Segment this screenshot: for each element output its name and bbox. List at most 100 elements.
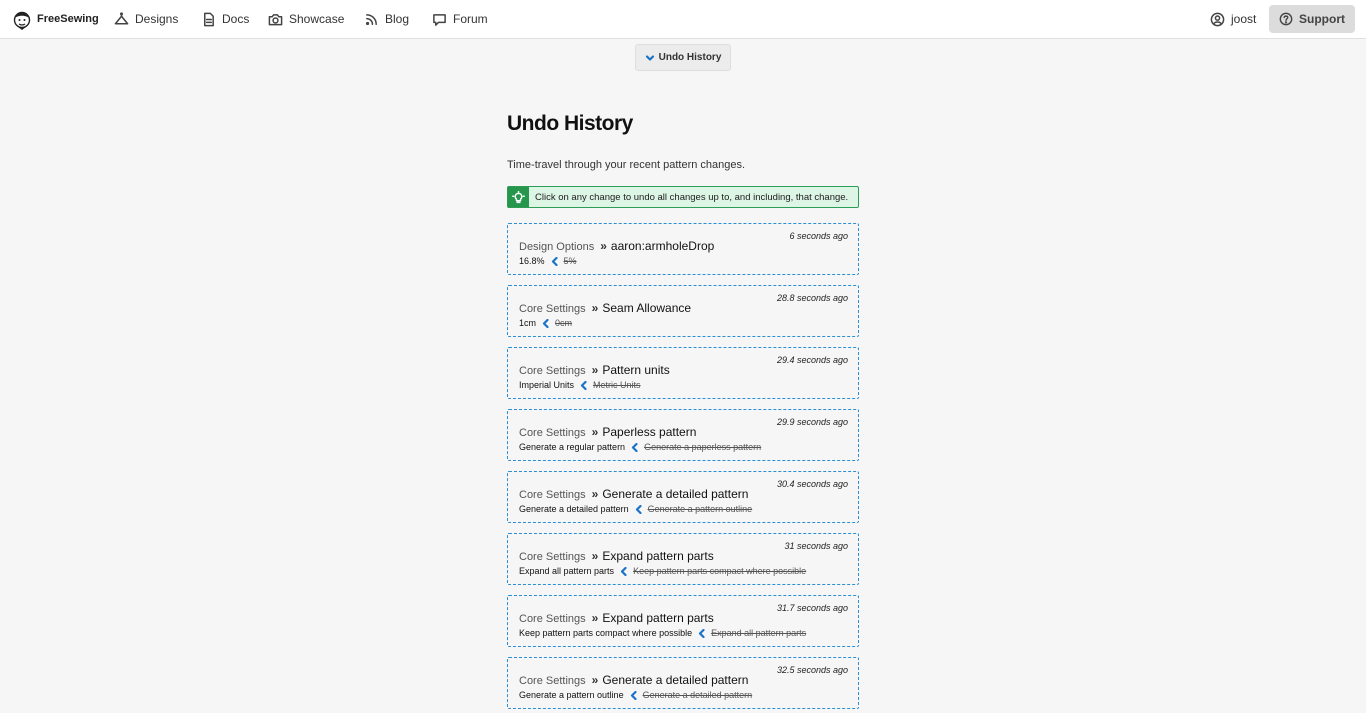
page-intro: Time-travel through your recent pattern … (507, 159, 746, 171)
entry-old-value: Metric Units (593, 380, 641, 390)
chevron-left-icon (551, 256, 558, 266)
entry-heading: Core Settings » Expand pattern parts (519, 549, 714, 563)
top-navigation-bar: FreeSewing Designs Docs Showcase Blog Fo… (0, 0, 1366, 39)
entry-heading: Core Settings » Seam Allowance (519, 301, 691, 315)
entry-old-value: Keep pattern parts compact where possibl… (633, 566, 807, 576)
page-title: Undo History (507, 112, 633, 135)
entry-heading: Core Settings » Expand pattern parts (519, 611, 714, 625)
entry-field: Pattern units (602, 363, 670, 377)
chevron-left-icon (620, 566, 627, 576)
history-entry[interactable]: 32.5 seconds ago Core Settings » Generat… (507, 657, 859, 709)
entry-field: aaron:armholeDrop (610, 239, 715, 253)
entry-new-value: 16.8% (519, 256, 545, 266)
entry-category: Core Settings (519, 489, 586, 501)
entry-field: Generate a detailed pattern (602, 673, 749, 687)
support-button[interactable]: Support (1269, 5, 1355, 33)
tip-icon-box (508, 187, 529, 207)
user-name: joost (1231, 12, 1257, 26)
history-entry[interactable]: 29.9 seconds ago Core Settings » Paperle… (507, 409, 859, 461)
undo-history-toggle[interactable]: Undo History (635, 44, 731, 71)
entry-category: Core Settings (519, 613, 586, 625)
history-entry[interactable]: 28.8 seconds ago Core Settings » Seam Al… (507, 285, 859, 337)
chevron-left-icon (630, 690, 637, 700)
entry-field: Expand pattern parts (602, 611, 714, 625)
entry-new-value: Imperial Units (519, 380, 575, 390)
entry-values: 1cm 0cm (519, 318, 572, 328)
history-entry[interactable]: 30.4 seconds ago Core Settings » Generat… (507, 471, 859, 523)
breadcrumb-separator: » (591, 487, 599, 501)
history-entry[interactable]: 29.4 seconds ago Core Settings » Pattern… (507, 347, 859, 399)
nav-forum[interactable]: Forum (432, 0, 488, 39)
breadcrumb-separator: » (591, 611, 599, 625)
history-entry[interactable]: 31.7 seconds ago Core Settings » Expand … (507, 595, 859, 647)
lightbulb-icon (512, 190, 525, 203)
entry-field: Generate a detailed pattern (602, 487, 749, 501)
entry-heading: Design Options » aaron:armholeDrop (519, 239, 714, 253)
freesewing-logo-icon (13, 11, 31, 30)
entry-timestamp: 31 seconds ago (784, 541, 848, 551)
chevron-left-icon (635, 504, 642, 514)
user-icon (1210, 12, 1225, 26)
entry-timestamp: 32.5 seconds ago (776, 665, 848, 675)
entry-old-value: 5% (563, 256, 577, 266)
breadcrumb-separator: » (591, 363, 599, 377)
entry-timestamp: 28.8 seconds ago (776, 293, 848, 303)
camera-icon (268, 13, 283, 25)
entry-new-value: Expand all pattern parts (519, 566, 615, 576)
chevron-left-icon (580, 380, 587, 390)
support-label: Support (1299, 12, 1345, 26)
breadcrumb-separator: » (591, 673, 599, 687)
entry-values: Keep pattern parts compact where possibl… (519, 628, 806, 638)
entry-category: Core Settings (519, 675, 586, 687)
chevron-left-icon (699, 628, 705, 638)
entry-values: Expand all pattern parts Keep pattern pa… (519, 566, 806, 576)
nav-showcase[interactable]: Showcase (268, 0, 344, 39)
history-entry[interactable]: 31 seconds ago Core Settings » Expand pa… (507, 533, 859, 585)
entry-new-value: Generate a detailed pattern (519, 504, 629, 514)
entry-timestamp: 29.4 seconds ago (776, 355, 848, 365)
entry-new-value: Generate a regular pattern (519, 442, 626, 452)
entry-old-value: Expand all pattern parts (711, 628, 807, 638)
entry-category: Core Settings (519, 427, 586, 439)
entry-new-value: 1cm (519, 318, 537, 328)
rss-icon (365, 13, 377, 25)
nav-showcase-label: Showcase (289, 12, 345, 26)
entry-new-value: Keep pattern parts compact where possibl… (519, 628, 693, 638)
entry-field: Expand pattern parts (602, 549, 714, 563)
tip-banner: Click on any change to undo all changes … (507, 186, 859, 208)
entry-timestamp: 6 seconds ago (789, 231, 848, 241)
breadcrumb-separator: » (591, 301, 599, 315)
nav-blog-label: Blog (385, 12, 410, 26)
history-entry[interactable]: 6 seconds ago Design Options » aaron:arm… (507, 223, 859, 275)
breadcrumb-separator: » (591, 425, 599, 439)
brand-link[interactable]: FreeSewing (12, 0, 99, 39)
entry-old-value: Generate a detailed pattern (642, 690, 753, 700)
nav-blog[interactable]: Blog (364, 0, 409, 39)
nav-designs[interactable]: Designs (114, 0, 178, 39)
breadcrumb-separator: » (591, 549, 599, 563)
chat-icon (433, 13, 446, 26)
entry-old-value: Generate a pattern outline (647, 504, 753, 514)
nav-docs-label: Docs (222, 12, 250, 26)
user-account-link[interactable]: joost (1210, 0, 1256, 39)
entry-values: Generate a regular pattern Generate a pa… (519, 442, 761, 452)
entry-category: Core Settings (519, 551, 586, 563)
entry-heading: Core Settings » Pattern units (519, 363, 670, 377)
chevron-left-icon (542, 318, 549, 328)
undo-history-list: 6 seconds ago Design Options » aaron:arm… (507, 223, 859, 713)
nav-docs[interactable]: Docs (201, 0, 249, 39)
entry-timestamp: 30.4 seconds ago (776, 479, 848, 489)
nav-forum-label: Forum (453, 12, 488, 26)
breadcrumb-separator: » (600, 239, 607, 253)
entry-field: Seam Allowance (602, 301, 692, 315)
entry-values: Generate a detailed pattern Generate a p… (519, 504, 752, 514)
entry-category: Core Settings (519, 303, 586, 315)
entry-values: Generate a pattern outline Generate a de… (519, 690, 752, 700)
designs-icon (114, 11, 129, 24)
nav-designs-label: Designs (135, 12, 179, 26)
help-icon (1279, 12, 1293, 26)
entry-old-value: Generate a paperless pattern (644, 442, 762, 452)
entry-category: Core Settings (519, 365, 586, 377)
docs-icon (204, 12, 214, 26)
brand-name: FreeSewing (37, 13, 99, 25)
